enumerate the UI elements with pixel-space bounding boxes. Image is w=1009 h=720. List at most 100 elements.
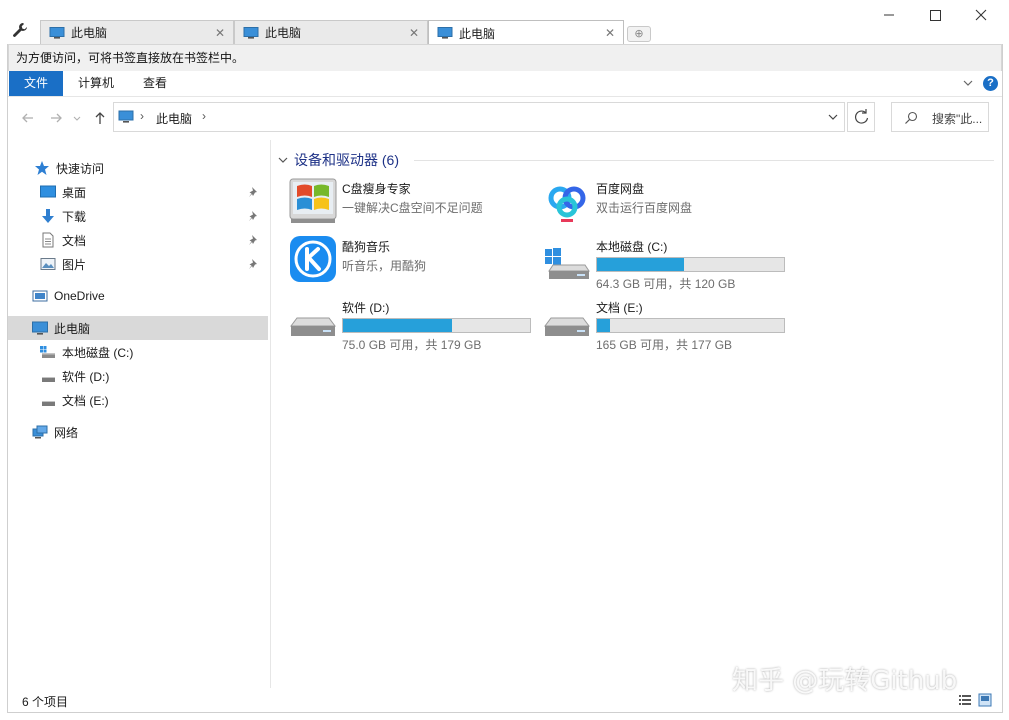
- details-view-icon[interactable]: [958, 693, 972, 707]
- watermark: 知乎 @玩转Github: [732, 660, 957, 697]
- nav-item-desktop[interactable]: 桌面: [8, 180, 268, 204]
- drive-usage-fill: [597, 258, 684, 271]
- address-dropdown-icon[interactable]: [828, 113, 838, 121]
- search-input[interactable]: 搜索"此...: [932, 110, 982, 127]
- app-tile-kugou[interactable]: 酷狗音乐 听音乐，用酷狗: [289, 235, 539, 291]
- nav-label: 图片: [62, 256, 248, 273]
- nav-onedrive[interactable]: OneDrive: [8, 284, 268, 308]
- computer-icon: [243, 27, 259, 39]
- nav-drive-e[interactable]: 文档 (E:): [8, 388, 268, 412]
- drive-tile-e[interactable]: 文档 (E:) 165 GB 可用，共 177 GB: [543, 296, 793, 352]
- up-icon[interactable]: [92, 110, 108, 126]
- back-icon[interactable]: [20, 110, 36, 126]
- drive-icon: [40, 392, 56, 408]
- nav-label: 软件 (D:): [62, 368, 268, 385]
- download-icon: [40, 208, 56, 224]
- pin-icon[interactable]: [248, 210, 260, 222]
- drive-icon: [543, 296, 591, 344]
- app-tile-c-cleaner[interactable]: C盘瘦身专家 一键解决C盘空间不足问题: [289, 177, 539, 233]
- drive-tile-d[interactable]: 软件 (D:) 75.0 GB 可用，共 179 GB: [289, 296, 539, 352]
- star-icon: [34, 160, 50, 176]
- content-area: 设备和驱动器 (6) C盘瘦身专家 一键解决C盘空间不足问题 百度网盘 双击运行…: [272, 140, 1002, 688]
- tab-label: 此电脑: [265, 24, 407, 41]
- new-tab-button[interactable]: ⊕: [627, 26, 651, 42]
- close-icon: [969, 4, 993, 26]
- maximize-button[interactable]: [923, 4, 947, 26]
- tab-3[interactable]: 此电脑 ✕: [428, 20, 624, 45]
- app-description: 一键解决C盘空间不足问题: [342, 199, 483, 216]
- drive-usage-bar: [596, 257, 785, 272]
- group-divider: [414, 160, 994, 161]
- title-bar: 此电脑 ✕ 此电脑 ✕ 此电脑 ✕ ⊕: [0, 0, 1009, 44]
- forward-icon[interactable]: [48, 110, 64, 126]
- onedrive-icon: [32, 288, 48, 304]
- nav-label: 下载: [62, 208, 248, 225]
- search-icon: [904, 111, 918, 125]
- pin-icon[interactable]: [248, 186, 260, 198]
- address-bar[interactable]: › 此电脑 ›: [113, 102, 845, 132]
- picture-icon: [40, 256, 56, 272]
- ribbon: 文件 计算机 查看 ?: [8, 71, 1002, 97]
- drive-usage-bar: [342, 318, 531, 333]
- nav-label: 快速访问: [56, 160, 268, 177]
- ribbon-tab-file[interactable]: 文件: [9, 71, 63, 96]
- drive-usage-fill: [597, 319, 610, 332]
- system-drive-icon: [543, 235, 591, 283]
- wrench-icon[interactable]: [12, 22, 28, 38]
- computer-icon: [118, 110, 134, 124]
- refresh-button[interactable]: [847, 102, 875, 132]
- pin-icon[interactable]: [248, 234, 260, 246]
- drive-icon: [289, 296, 337, 344]
- nav-label: 此电脑: [54, 320, 268, 337]
- nav-this-pc[interactable]: 此电脑: [8, 316, 268, 340]
- app-tile-baidu-netdisk[interactable]: 百度网盘 双击运行百度网盘: [543, 177, 793, 233]
- tab-label: 此电脑: [71, 24, 213, 41]
- nav-drive-c[interactable]: 本地磁盘 (C:): [8, 340, 268, 364]
- nav-item-documents[interactable]: 文档: [8, 228, 268, 252]
- nav-quick-access[interactable]: 快速访问: [8, 156, 268, 180]
- ribbon-tab-view[interactable]: 查看: [132, 71, 178, 96]
- nav-label: 桌面: [62, 184, 248, 201]
- system-drive-icon: [40, 344, 56, 360]
- help-button[interactable]: ?: [983, 76, 998, 91]
- app-name: 百度网盘: [596, 180, 644, 197]
- nav-item-pictures[interactable]: 图片: [8, 252, 268, 276]
- close-tab-icon[interactable]: ✕: [603, 26, 617, 40]
- drive-usage-fill: [343, 319, 452, 332]
- drive-name: 文档 (E:): [596, 299, 643, 316]
- app-description: 听音乐，用酷狗: [342, 257, 426, 274]
- search-box[interactable]: 搜索"此...: [891, 102, 989, 132]
- nav-drive-d[interactable]: 软件 (D:): [8, 364, 268, 388]
- kugou-icon: [289, 235, 337, 283]
- close-tab-icon[interactable]: ✕: [407, 26, 421, 40]
- drive-tile-c[interactable]: 本地磁盘 (C:) 64.3 GB 可用，共 120 GB: [543, 235, 793, 291]
- nav-item-downloads[interactable]: 下载: [8, 204, 268, 228]
- large-icons-view-icon[interactable]: [978, 693, 992, 707]
- group-header[interactable]: 设备和驱动器 (6): [278, 150, 399, 170]
- document-icon: [40, 232, 56, 248]
- ribbon-tab-computer[interactable]: 计算机: [68, 71, 124, 96]
- tab-1[interactable]: 此电脑 ✕: [40, 20, 234, 44]
- nav-network[interactable]: 网络: [8, 420, 268, 444]
- drive-free-space: 64.3 GB 可用，共 120 GB: [596, 275, 735, 292]
- close-tab-icon[interactable]: ✕: [213, 26, 227, 40]
- desktop-icon: [40, 184, 56, 200]
- minimize-button[interactable]: [877, 4, 901, 26]
- nav-label: 文档 (E:): [62, 392, 268, 409]
- breadcrumb-this-pc[interactable]: 此电脑: [156, 110, 192, 127]
- nav-label: 网络: [54, 424, 268, 441]
- breadcrumb-separator[interactable]: ›: [140, 109, 144, 123]
- close-window-button[interactable]: [969, 4, 993, 26]
- pin-icon[interactable]: [248, 258, 260, 270]
- app-name: 酷狗音乐: [342, 238, 390, 255]
- baidu-netdisk-icon: [543, 177, 591, 225]
- refresh-icon: [848, 103, 876, 131]
- pane-divider[interactable]: [270, 140, 271, 688]
- recent-dropdown-icon[interactable]: [72, 110, 82, 126]
- breadcrumb-separator[interactable]: ›: [202, 109, 206, 123]
- minimize-icon: [877, 4, 901, 26]
- expand-ribbon-icon[interactable]: [962, 77, 974, 89]
- tab-2[interactable]: 此电脑 ✕: [234, 20, 428, 44]
- drive-free-space: 165 GB 可用，共 177 GB: [596, 336, 732, 353]
- windows-logo-icon: [289, 177, 337, 225]
